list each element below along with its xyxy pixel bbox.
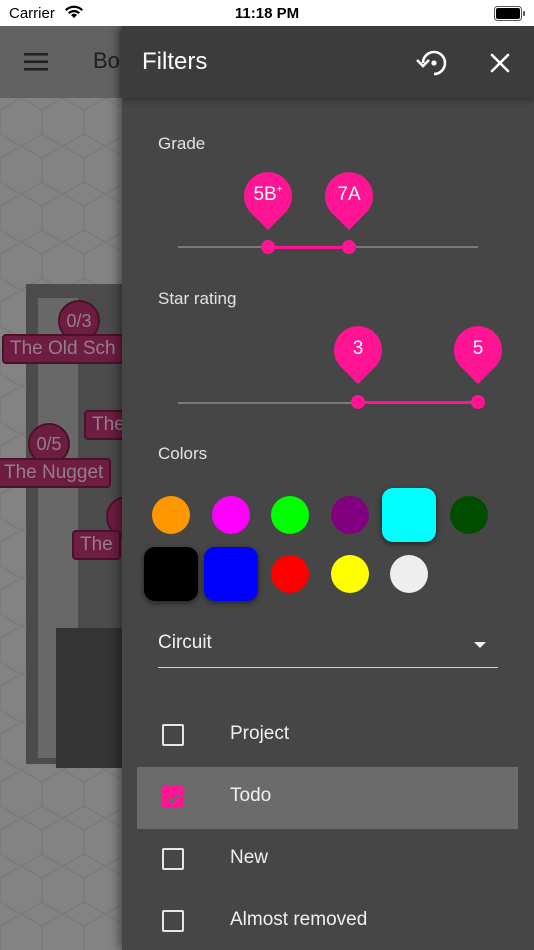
checkbox[interactable] xyxy=(162,724,184,746)
color-swatch-white[interactable] xyxy=(390,555,428,593)
close-icon xyxy=(490,53,510,73)
circuit-dropdown-value: Circuit xyxy=(158,632,212,653)
status-item-label: Project xyxy=(230,723,290,744)
circuit-dropdown[interactable]: Circuit xyxy=(158,622,498,668)
status-item-todo[interactable]: Todo xyxy=(137,767,518,829)
color-swatch-red[interactable] xyxy=(271,555,309,593)
clock: 11:18 PM xyxy=(234,5,300,22)
drawer-header: Filters xyxy=(122,26,534,98)
status-item-label: Todo xyxy=(230,785,272,806)
drawer-title: Filters xyxy=(142,48,208,75)
checkbox-checked[interactable] xyxy=(162,786,184,808)
color-swatch-magenta[interactable] xyxy=(211,496,250,534)
check-icon xyxy=(167,792,181,804)
grade-max-pin: 7A xyxy=(323,170,375,232)
restore-icon xyxy=(416,50,447,76)
dropdown-arrow-icon xyxy=(474,642,486,648)
grade-min-thumb[interactable] xyxy=(261,240,275,254)
status-item-almost-removed[interactable]: Almost removed xyxy=(137,891,518,950)
star-min-pin: 3 xyxy=(332,324,384,386)
grade-label: Grade xyxy=(158,134,206,153)
checkbox[interactable] xyxy=(162,910,184,932)
color-swatch-black[interactable] xyxy=(144,547,198,601)
color-swatch-blue[interactable] xyxy=(203,547,258,601)
filters-drawer: Filters Grade 5B+ 7A Star rating 3 5 Col… xyxy=(122,26,534,950)
status-bar: Carrier 11:18 PM xyxy=(0,0,534,26)
reset-filters-button[interactable] xyxy=(414,46,454,80)
checkbox[interactable] xyxy=(162,848,184,870)
star-slider-active-range xyxy=(358,401,478,404)
color-swatch-green[interactable] xyxy=(271,496,309,534)
colors-label: Colors xyxy=(158,444,208,463)
battery-icon xyxy=(494,6,526,21)
status-item-new[interactable]: New xyxy=(137,829,518,891)
grade-min-value: 5B+ xyxy=(253,184,283,205)
color-swatch-orange[interactable] xyxy=(152,496,190,534)
color-swatch-yellow[interactable] xyxy=(330,555,369,593)
star-rating-label: Star rating xyxy=(158,289,237,308)
grade-slider-active-range xyxy=(268,246,349,249)
grade-max-thumb[interactable] xyxy=(342,240,356,254)
status-item-label: New xyxy=(230,847,269,868)
star-max-thumb[interactable] xyxy=(471,395,485,409)
close-filters-button[interactable] xyxy=(480,46,520,80)
grade-min-pin: 5B+ xyxy=(242,170,294,232)
star-max-pin: 5 xyxy=(452,324,504,386)
color-swatch-cyan[interactable] xyxy=(382,488,436,542)
status-item-label: Almost removed xyxy=(230,909,368,930)
star-max-value: 5 xyxy=(472,338,484,359)
star-min-thumb[interactable] xyxy=(351,395,365,409)
color-swatch-dark-green[interactable] xyxy=(449,496,488,534)
grade-max-value: 7A xyxy=(337,184,361,205)
status-item-project[interactable]: Project xyxy=(137,705,518,767)
star-min-value: 3 xyxy=(352,338,364,359)
color-swatch-purple[interactable] xyxy=(330,496,369,534)
